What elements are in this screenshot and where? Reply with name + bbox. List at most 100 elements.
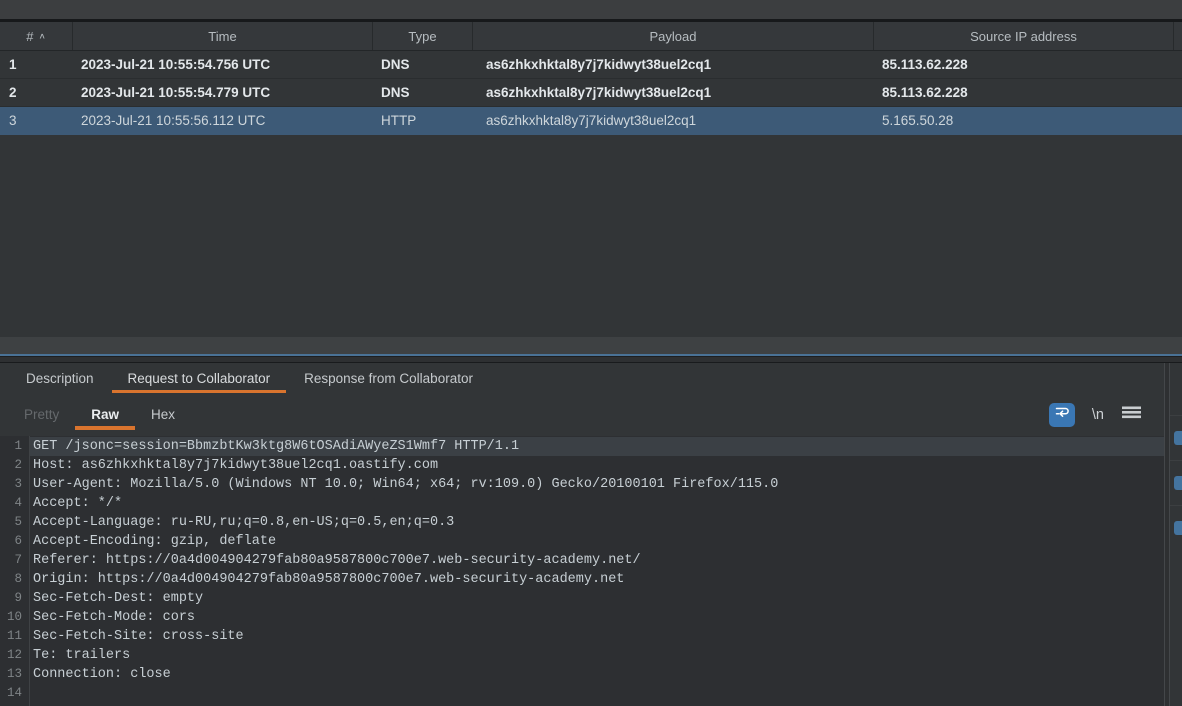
tab-request-to-collaborator[interactable]: Request to Collaborator: [111, 363, 288, 393]
view-tab-pretty[interactable]: Pretty: [8, 393, 75, 436]
horizontal-splitter[interactable]: [0, 356, 1182, 363]
line-text: Referer: https://0a4d004904279fab80a9587…: [33, 553, 641, 568]
line-text: Sec-Fetch-Dest: empty: [33, 591, 204, 606]
editor-line: 11 Sec-Fetch-Site: cross-site: [0, 627, 1164, 646]
line-number: 7: [14, 553, 22, 567]
editor-line: 12 Te: trailers: [0, 646, 1164, 665]
show-newlines-button[interactable]: \n: [1092, 407, 1104, 423]
editor-menu-button[interactable]: [1121, 404, 1142, 425]
request-raw-editor[interactable]: 1 GET /jsonc=session=BbmzbtKw3ktg8W6tOSAd…: [0, 436, 1164, 706]
table-row[interactable]: 1 2023-Jul-21 10:55:54.756 UTC DNS as6zhkxh…: [0, 51, 1182, 79]
editor-line: 13 Connection: close: [0, 665, 1164, 684]
cell-type: HTTP: [381, 113, 417, 128]
column-header-scroll-corner[interactable]: [1174, 22, 1182, 50]
editor-line: 1 GET /jsonc=session=BbmzbtKw3ktg8W6tOSAd…: [0, 437, 1164, 456]
inspector-section[interactable]: [1170, 415, 1182, 460]
column-header-label: Type: [408, 28, 437, 44]
column-header-label: Payload: [649, 28, 697, 44]
cell-time: 2023-Jul-21 10:55:54.779 UTC: [81, 85, 271, 100]
cell-source-ip: 85.113.62.228: [882, 85, 968, 100]
editor-line: 10 Sec-Fetch-Mode: cors: [0, 608, 1164, 627]
editor-line: 2 Host: as6zhkxhktal8y7j7kidwyt38uel2cq1.…: [0, 456, 1164, 475]
cell-payload: as6zhkxhktal8y7j7kidwyt38uel2cq1: [486, 85, 712, 100]
view-tab-label: Raw: [91, 407, 120, 422]
tab-label: Description: [26, 370, 94, 386]
cell-number: 2: [9, 85, 17, 100]
view-tab-label: Hex: [151, 407, 176, 422]
view-tab-raw[interactable]: Raw: [75, 393, 135, 436]
line-number: 3: [14, 477, 22, 491]
editor-line: 3 User-Agent: Mozilla/5.0 (Windows NT 10.…: [0, 475, 1164, 494]
editor-line: 9 Sec-Fetch-Dest: empty: [0, 589, 1164, 608]
editor-line: 4 Accept: */*: [0, 494, 1164, 513]
interactions-table-panel: # ∧ Time Type Payload Source IP address 1 2023…: [0, 22, 1182, 356]
cell-number: 1: [9, 57, 17, 72]
message-editor-toolbar: Pretty Raw Hex \n: [0, 393, 1164, 436]
word-wrap-button[interactable]: [1048, 402, 1075, 427]
column-header-label: Time: [208, 28, 237, 44]
line-text: GET /jsonc=session=BbmzbtKw3ktg8W6tOSAdi…: [29, 437, 1164, 456]
line-number: 9: [14, 591, 22, 605]
cell-number: 3: [9, 113, 17, 128]
view-tab-hex[interactable]: Hex: [135, 393, 191, 436]
view-tab-label: Pretty: [24, 407, 60, 422]
cell-time: 2023-Jul-21 10:55:54.756 UTC: [81, 57, 271, 72]
menu-icon: [1121, 404, 1142, 425]
column-header-type[interactable]: Type: [373, 22, 473, 50]
inspector-section[interactable]: [1170, 505, 1182, 550]
cell-time: 2023-Jul-21 10:55:56.112 UTC: [81, 113, 266, 128]
column-header-#[interactable]: # ∧: [0, 22, 73, 50]
table-row[interactable]: 3 2023-Jul-21 10:55:56.112 UTC HTTP as6zhkx…: [0, 107, 1182, 135]
column-header-label: #: [26, 28, 34, 44]
line-text: Te: trailers: [33, 648, 131, 663]
blue-badge-icon: [1174, 476, 1182, 490]
view-tab-bar: Pretty Raw Hex: [0, 393, 191, 436]
gutter-divider: [29, 436, 30, 706]
sort-ascending-icon: ∧: [38, 31, 46, 41]
line-text: Sec-Fetch-Mode: cors: [33, 610, 196, 625]
column-header-time[interactable]: Time: [73, 22, 373, 50]
line-text: User-Agent: Mozilla/5.0 (Windows NT 10.0…: [33, 477, 779, 492]
editor-line: 5 Accept-Language: ru-RU,ru;q=0.8,en-US;q…: [0, 513, 1164, 532]
line-text: Connection: close: [33, 667, 171, 682]
column-header-source-ip-address[interactable]: Source IP address: [874, 22, 1174, 50]
cell-source-ip: 5.165.50.28: [882, 113, 954, 128]
table-header: # ∧ Time Type Payload Source IP address: [0, 22, 1182, 51]
line-number: 14: [6, 686, 22, 700]
word-wrap-icon: [1054, 404, 1070, 425]
tab-label: Request to Collaborator: [127, 370, 271, 386]
table-row[interactable]: 2 2023-Jul-21 10:55:54.779 UTC DNS as6zhkxh…: [0, 79, 1182, 107]
line-number: 4: [14, 496, 22, 510]
line-number: 13: [6, 667, 22, 681]
line-text: Sec-Fetch-Site: cross-site: [33, 629, 244, 644]
editor-line: 14: [0, 684, 1164, 703]
inspector-section[interactable]: [1170, 460, 1182, 505]
detail-tab-bar: Description Request to Collaborator Respon…: [0, 363, 1164, 393]
tab-description[interactable]: Description: [9, 363, 111, 393]
line-text: Accept-Language: ru-RU,ru;q=0.8,en-US;q=…: [33, 515, 455, 530]
interaction-detail-panel: Description Request to Collaborator Respon…: [0, 363, 1164, 706]
horizontal-scrollbar[interactable]: [0, 337, 1182, 354]
editor-line: 6 Accept-Encoding: gzip, deflate: [0, 532, 1164, 551]
line-number: 5: [14, 515, 22, 529]
line-number: 10: [6, 610, 22, 624]
line-text: Accept-Encoding: gzip, deflate: [33, 534, 277, 549]
cell-payload: as6zhkxhktal8y7j7kidwyt38uel2cq1: [486, 113, 697, 128]
burp-collaborator-view: # ∧ Time Type Payload Source IP address 1 2023…: [0, 0, 1182, 706]
tab-response-from-collaborator[interactable]: Response from Collaborator: [287, 363, 490, 393]
line-number: 11: [6, 629, 22, 643]
column-header-payload[interactable]: Payload: [473, 22, 874, 50]
line-text: Accept: */*: [33, 496, 123, 511]
editor-line: 8 Origin: https://0a4d004904279fab80a9587…: [0, 570, 1164, 589]
table-body: 1 2023-Jul-21 10:55:54.756 UTC DNS as6zhkxh…: [0, 51, 1182, 337]
cell-type: DNS: [381, 85, 410, 100]
blue-badge-icon: [1174, 431, 1182, 445]
toolbar-strip: [0, 0, 1182, 19]
line-number: 1: [14, 439, 22, 453]
line-number: 6: [14, 534, 22, 548]
cell-payload: as6zhkxhktal8y7j7kidwyt38uel2cq1: [486, 57, 712, 72]
inspector-panel: [1170, 363, 1182, 706]
line-number: 8: [14, 572, 22, 586]
line-text: Host: as6zhkxhktal8y7j7kidwyt38uel2cq1.o…: [33, 458, 439, 473]
line-text: Origin: https://0a4d004904279fab80a95878…: [33, 572, 625, 587]
